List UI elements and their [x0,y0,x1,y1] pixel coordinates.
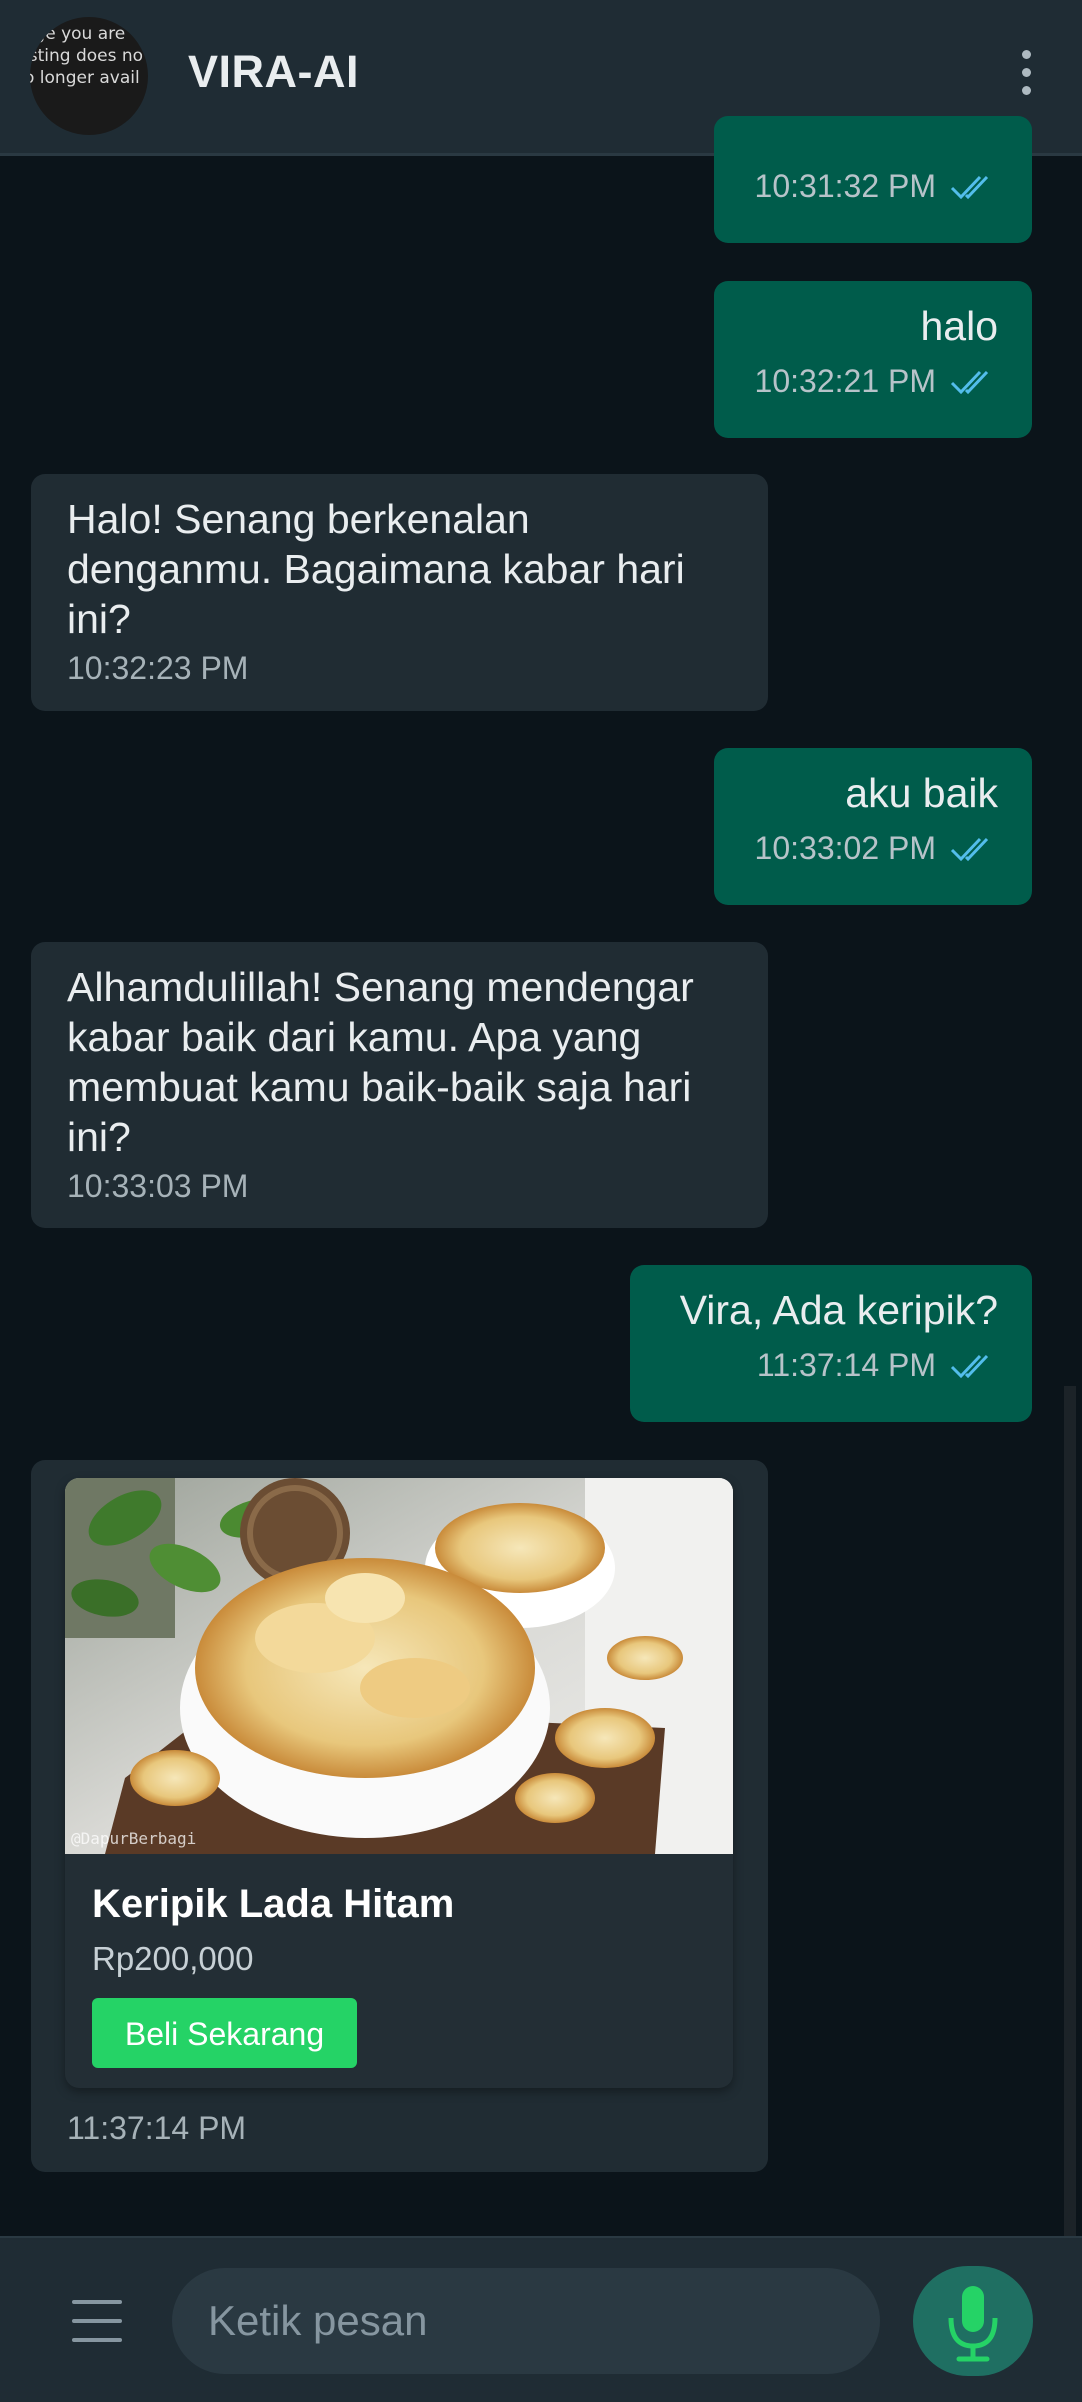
chat-title: VIRA-AI [188,46,359,97]
message-time: 10:33:02 PM [754,830,936,866]
buy-now-button[interactable]: Beli Sekarang [92,1998,357,2068]
message-text: halo [920,303,998,349]
message-text: Halo! Senang berkenalan denganmu. Bagaim… [67,496,685,642]
message-time: 11:37:14 PM [756,1347,936,1383]
message-bubble-outgoing[interactable]: Vira, Ada keripik? 11:37:14 PM [630,1265,1032,1422]
message-bubble-outgoing[interactable]: halo 10:32:21 PM [714,281,1032,438]
message-time: 11:37:14 PM [67,2110,247,2146]
image-watermark: @DapurBerbagi [71,1829,196,1848]
message-bubble-product[interactable]: @DapurBerbagi Keripik Lada Hitam Rp200,0… [31,1460,768,2172]
message-time: 10:31:32 PM [754,168,936,204]
product-image[interactable]: @DapurBerbagi [65,1478,733,1854]
message-bubble-incoming[interactable]: Halo! Senang berkenalan denganmu. Bagaim… [31,474,768,711]
more-options-icon[interactable] [1012,50,1040,106]
message-text: aku baik [845,770,998,816]
product-name: Keripik Lada Hitam [92,1882,455,1926]
mic-button[interactable] [913,2266,1033,2376]
message-text: Alhamdulillah! Senang mendengar kabar ba… [67,964,694,1160]
chat-screen: age you are isting does no o longer avai… [0,0,1082,2402]
message-list[interactable]: 10:31:32 PM halo 10:32:21 PM Halo! Senan… [0,116,1082,2392]
message-bubble-incoming[interactable]: Alhamdulillah! Senang mendengar kabar ba… [31,942,768,1228]
product-price: Rp200,000 [92,1940,254,1977]
avatar[interactable]: age you are isting does no o longer avai… [30,17,148,135]
hamburger-icon[interactable] [72,2300,122,2342]
message-time: 10:32:21 PM [754,363,936,399]
double-check-icon [950,175,989,199]
message-input[interactable] [172,2268,880,2374]
double-check-icon [950,1354,989,1378]
message-bubble-outgoing[interactable]: aku baik 10:33:02 PM [714,748,1032,905]
message-text: Vira, Ada keripik? [679,1287,998,1333]
avatar-broken-image-text: age you are isting does no o longer avai… [30,24,144,132]
microphone-icon [948,2286,998,2362]
product-card[interactable]: @DapurBerbagi Keripik Lada Hitam Rp200,0… [65,1478,733,2088]
message-time: 10:32:23 PM [67,650,249,686]
message-time: 10:33:03 PM [67,1168,249,1204]
message-bubble-outgoing[interactable]: 10:31:32 PM [714,116,1032,243]
double-check-icon [950,370,989,394]
double-check-icon [950,837,989,861]
composer-bar [0,2236,1082,2402]
